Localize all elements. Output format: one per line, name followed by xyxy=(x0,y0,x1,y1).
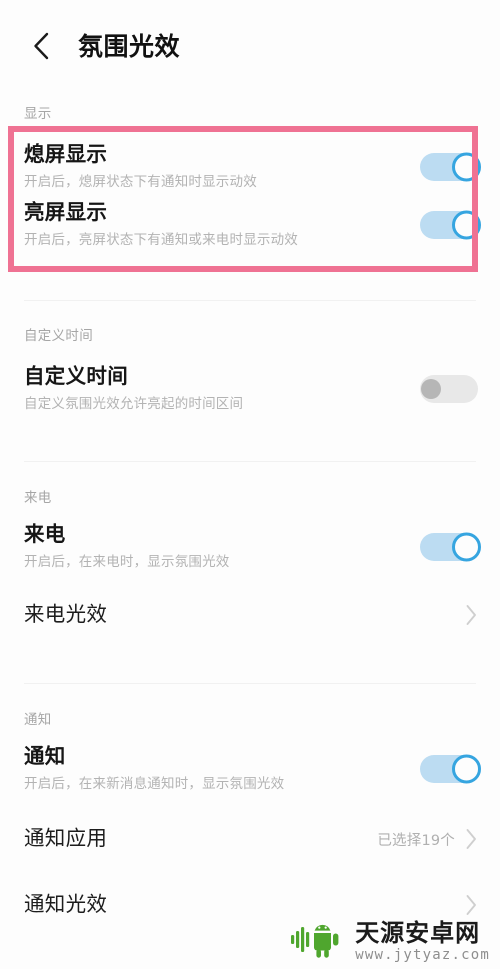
toggle-knob xyxy=(421,379,441,399)
row-title: 通知光效 xyxy=(24,892,108,917)
watermark-site-name: 天源安卓网 xyxy=(355,918,481,947)
chevron-right-icon xyxy=(465,828,478,850)
row-subtitle: 自定义氛围光效允许亮起的时间区间 xyxy=(24,396,244,413)
toggle-knob xyxy=(452,210,481,240)
row-notification-apps[interactable]: 通知应用 已选择19个 xyxy=(0,812,500,866)
section-display-label-wrap: 显示 xyxy=(0,106,500,122)
row-subtitle: 开启后，亮屏状态下有通知或来电时显示动效 xyxy=(24,232,298,249)
page-title: 氛围光效 xyxy=(78,31,181,61)
divider-after-custom-time xyxy=(0,461,500,462)
chevron-right-icon xyxy=(465,604,478,626)
row-custom-time[interactable]: 自定义时间 自定义氛围光效允许亮起的时间区间 xyxy=(0,362,500,416)
watermark-url: www.jytyaz.com xyxy=(355,946,490,963)
row-notification[interactable]: 通知 开启后，在来新消息通知时，显示氛围光效 xyxy=(0,742,500,796)
site-watermark: 天源安卓网 www.jytyaz.com xyxy=(291,919,490,963)
toggle-knob xyxy=(452,532,481,562)
section-label-display: 显示 xyxy=(24,106,52,122)
toggle-custom-time[interactable] xyxy=(420,375,478,403)
row-title: 自定义时间 xyxy=(24,364,128,389)
divider-after-incoming-call xyxy=(0,683,500,684)
row-incoming-call[interactable]: 来电 开启后，在来电时，显示氛围光效 xyxy=(0,520,500,574)
section-incoming-call-label-wrap: 来电 xyxy=(0,490,500,506)
toggle-incoming-call[interactable] xyxy=(420,532,481,562)
section-notification-label-wrap: 通知 xyxy=(0,712,500,728)
row-title: 来电光效 xyxy=(24,602,108,627)
row-subtitle: 开启后，熄屏状态下有通知时显示动效 xyxy=(24,174,257,191)
row-screen-off-display[interactable]: 熄屏显示 开启后，熄屏状态下有通知时显示动效 xyxy=(0,140,500,194)
selected-count-value: 已选择19个 xyxy=(377,832,455,849)
row-subtitle: 开启后，在来电时，显示氛围光效 xyxy=(24,554,230,571)
row-title: 熄屏显示 xyxy=(24,142,108,167)
row-title: 通知 xyxy=(24,744,66,769)
android-robot-logo-icon xyxy=(291,919,347,963)
toggle-notification[interactable] xyxy=(420,754,481,784)
app-header: 氛围光效 xyxy=(0,0,500,92)
row-subtitle: 开启后，在来新消息通知时，显示氛围光效 xyxy=(24,776,285,793)
divider-after-display xyxy=(0,300,500,301)
toggle-screen-on-display[interactable] xyxy=(420,210,481,240)
row-title: 通知应用 xyxy=(24,826,108,851)
row-title: 亮屏显示 xyxy=(24,200,108,225)
back-button[interactable] xyxy=(24,29,58,63)
section-label-custom-time: 自定义时间 xyxy=(24,328,93,344)
toggle-screen-off-display[interactable] xyxy=(420,152,481,182)
chevron-right-icon xyxy=(465,894,478,916)
chevron-left-icon xyxy=(30,31,52,61)
section-label-notification: 通知 xyxy=(24,712,52,728)
row-incoming-call-light-effect[interactable]: 来电光效 xyxy=(0,588,500,642)
row-screen-on-display[interactable]: 亮屏显示 开启后，亮屏状态下有通知或来电时显示动效 xyxy=(0,198,500,252)
section-label-incoming-call: 来电 xyxy=(24,490,52,506)
row-title: 来电 xyxy=(24,522,66,547)
section-custom-time-label-wrap: 自定义时间 xyxy=(0,328,500,344)
toggle-knob xyxy=(452,152,481,182)
toggle-knob xyxy=(452,754,481,784)
